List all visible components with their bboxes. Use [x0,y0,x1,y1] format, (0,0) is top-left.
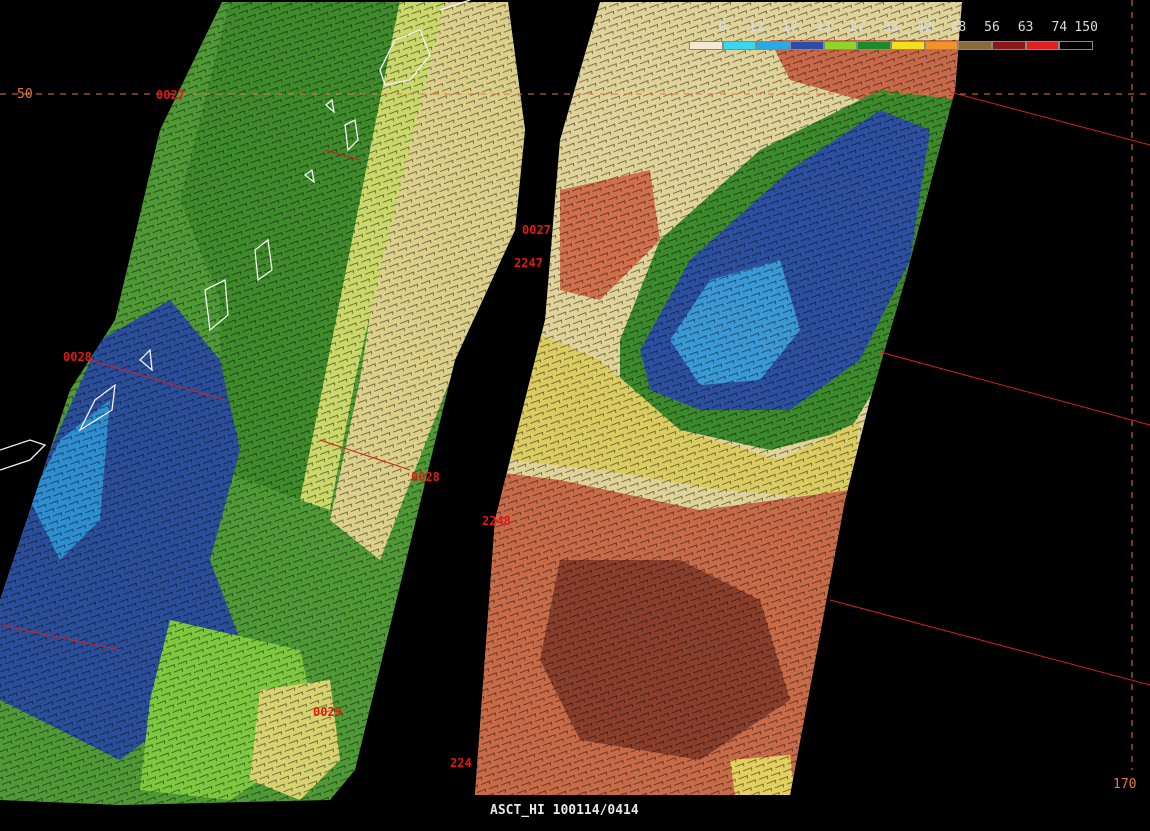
legend-color-swatch [958,41,992,50]
legend-value: 17 [782,20,798,35]
legend-color-swatch [924,41,959,50]
time-label: 224 [450,756,472,770]
longitude-label: 170 [1113,777,1137,792]
legend-value: 12 [748,20,765,35]
legend-value: 63 [1017,20,1034,35]
legend-value: 23 [815,20,832,35]
legend-color-swatch [857,41,891,50]
legend-value: 33 [883,20,899,35]
legend-color-swatch [1025,41,1060,50]
time-label: 0028 [411,470,440,484]
left-swath [0,2,525,805]
product-caption: ASCT_HI 100114/0414 [490,803,639,818]
legend-color-swatch [992,41,1026,50]
time-label: 2248 [482,514,511,528]
time-label: 2247 [514,256,543,270]
legend-value: 0 [718,20,727,35]
legend-color-swatch [891,41,925,50]
legend-color-swatch [790,41,824,50]
legend-value: 42 [916,20,933,35]
latitude-label: 50 [17,87,33,102]
legend-color-swatch [689,41,723,50]
time-label: 0027 [522,223,551,237]
right-swath [475,2,962,795]
time-label: 0029 [313,705,342,719]
legend-value: 48 [950,20,967,35]
time-label: 0028 [63,350,92,364]
legend-color-swatch [722,41,757,50]
legend-color-swatch [823,41,858,50]
legend-color-swatch [756,41,790,50]
legend-value: 150 [1074,20,1098,35]
legend-value: 56 [984,20,1000,35]
wind-speed-legend: 0 12 17 23 27 33 42 48 56 63 74 150 [689,20,1098,52]
legend-color-swatch [1059,41,1093,50]
scatterometer-wind-map [0,0,1150,805]
time-label: 0027 [156,88,185,102]
legend-value: 27 [849,20,866,35]
legend-value: 74 [1051,20,1068,35]
